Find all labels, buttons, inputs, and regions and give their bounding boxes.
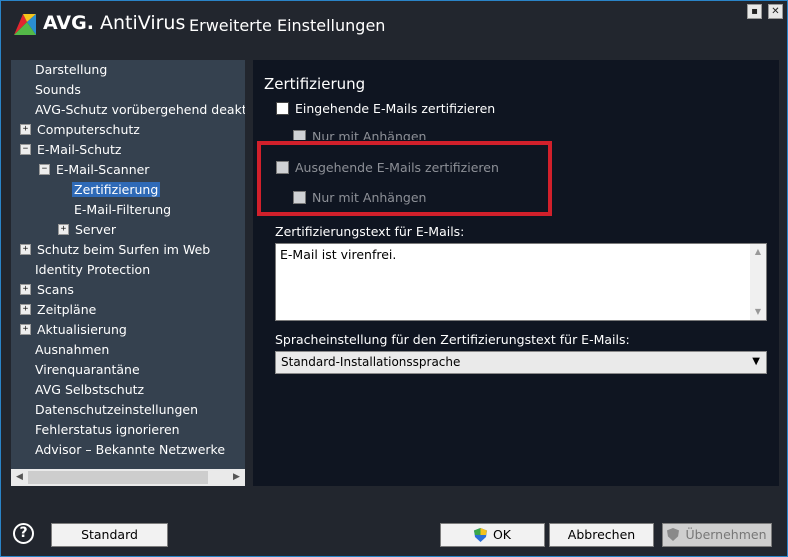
tree-item-aktualisierung[interactable]: + Aktualisierung	[20, 320, 127, 340]
expand-icon[interactable]: +	[20, 324, 31, 335]
expand-icon[interactable]: +	[20, 284, 31, 295]
tree-item-zeitplaene[interactable]: + Zeitpläne	[20, 300, 96, 320]
expand-icon[interactable]: +	[20, 304, 31, 315]
settings-panel: Zertifizierung Eingehende E-Mails zertif…	[253, 60, 779, 486]
tree-item-email-schutz[interactable]: − E-Mail-Schutz	[20, 140, 121, 160]
incoming-certify-checkbox[interactable]	[276, 102, 289, 115]
scroll-left-icon[interactable]: ◀	[11, 469, 28, 486]
tree-item-datenschutz[interactable]: Datenschutzeinstellungen	[35, 400, 198, 420]
cert-text-scrollbar[interactable]: ▲ ▼	[750, 244, 766, 320]
cancel-button[interactable]: Abbrechen	[549, 523, 654, 547]
tree-item-sounds[interactable]: Sounds	[35, 80, 81, 100]
tree-item-disable-protection[interactable]: AVG-Schutz vorübergehend deaktivieren	[35, 100, 245, 120]
window-title: Erweiterte Einstellungen	[189, 16, 386, 35]
main-window: AVG. AntiVirus Erweiterte Einstellungen …	[0, 0, 788, 557]
cert-text-input[interactable]: E-Mail ist virenfrei. ▲ ▼	[275, 243, 767, 321]
apply-button: Übernehmen	[662, 523, 772, 547]
section-title: Zertifizierung	[264, 75, 366, 93]
app-brand: AVG. AntiVirus	[43, 12, 186, 34]
shield-icon	[473, 527, 487, 542]
title-bar[interactable]: AVG. AntiVirus Erweiterte Einstellungen …	[1, 1, 787, 51]
standard-button[interactable]: Standard	[51, 523, 168, 547]
language-select[interactable]: Standard-Installationssprache ▼	[275, 351, 767, 374]
language-label: Spracheinstellung für den Zertifizierung…	[275, 332, 630, 347]
outgoing-attachments-option: Nur mit Anhängen	[293, 189, 426, 207]
tree-item-selbstschutz[interactable]: AVG Selbstschutz	[35, 380, 144, 400]
incoming-attachments-checkbox	[293, 130, 306, 140]
shield-icon	[667, 528, 680, 541]
tree-item-computerschutz[interactable]: + Computerschutz	[20, 120, 140, 140]
collapse-icon[interactable]: −	[39, 164, 50, 175]
sidebar-horizontal-scrollbar[interactable]: ◀ ▶	[11, 469, 245, 486]
avg-logo-icon	[14, 14, 36, 35]
close-button[interactable]: ✕	[768, 4, 783, 19]
tree-item-advisor[interactable]: Advisor – Bekannte Netzwerke	[35, 440, 225, 460]
scroll-right-icon[interactable]: ▶	[228, 469, 245, 486]
expand-icon[interactable]: +	[58, 224, 69, 235]
ok-button[interactable]: OK	[440, 523, 545, 547]
scroll-down-icon[interactable]: ▼	[750, 304, 766, 320]
tree-item-darstellung[interactable]: Darstellung	[35, 60, 107, 80]
incoming-attachments-option: Nur mit Anhängen	[293, 128, 426, 140]
dropdown-arrow-icon[interactable]: ▼	[752, 356, 760, 367]
incoming-certify-option[interactable]: Eingehende E-Mails zertifizieren	[276, 100, 495, 118]
outgoing-attachments-checkbox	[293, 191, 306, 204]
tree-item-identity-protection[interactable]: Identity Protection	[35, 260, 150, 280]
tree-item-ausnahmen[interactable]: Ausnahmen	[35, 340, 109, 360]
tree-item-email-filterung[interactable]: E-Mail-Filterung	[74, 200, 171, 220]
outgoing-certify-checkbox	[276, 161, 289, 174]
outgoing-certify-option: Ausgehende E-Mails zertifizieren	[276, 159, 499, 177]
tree-item-virenquarantaene[interactable]: Virenquarantäne	[35, 360, 140, 380]
tree-item-zertifizierung[interactable]: Zertifizierung	[72, 180, 161, 200]
help-icon[interactable]: ?	[13, 523, 34, 544]
language-value: Standard-Installationssprache	[281, 355, 461, 369]
tree-item-web-schutz[interactable]: + Schutz beim Surfen im Web	[20, 240, 210, 260]
cert-text-value: E-Mail ist virenfrei.	[280, 247, 397, 262]
tree-item-server[interactable]: + Server	[58, 220, 116, 240]
expand-icon[interactable]: +	[20, 244, 31, 255]
tree-item-fehlerstatus[interactable]: Fehlerstatus ignorieren	[35, 420, 180, 440]
minimize-button[interactable]: ▪	[747, 4, 762, 19]
collapse-icon[interactable]: −	[20, 144, 31, 155]
cert-text-label: Zertifizierungstext für E-Mails:	[275, 224, 465, 239]
tree-item-scans[interactable]: + Scans	[20, 280, 74, 300]
tree-item-email-scanner[interactable]: − E-Mail-Scanner	[39, 160, 149, 180]
settings-tree: Darstellung Sounds AVG-Schutz vorübergeh…	[11, 60, 245, 486]
expand-icon[interactable]: +	[20, 124, 31, 135]
scroll-up-icon[interactable]: ▲	[750, 244, 766, 260]
scrollbar-thumb[interactable]	[28, 471, 208, 484]
